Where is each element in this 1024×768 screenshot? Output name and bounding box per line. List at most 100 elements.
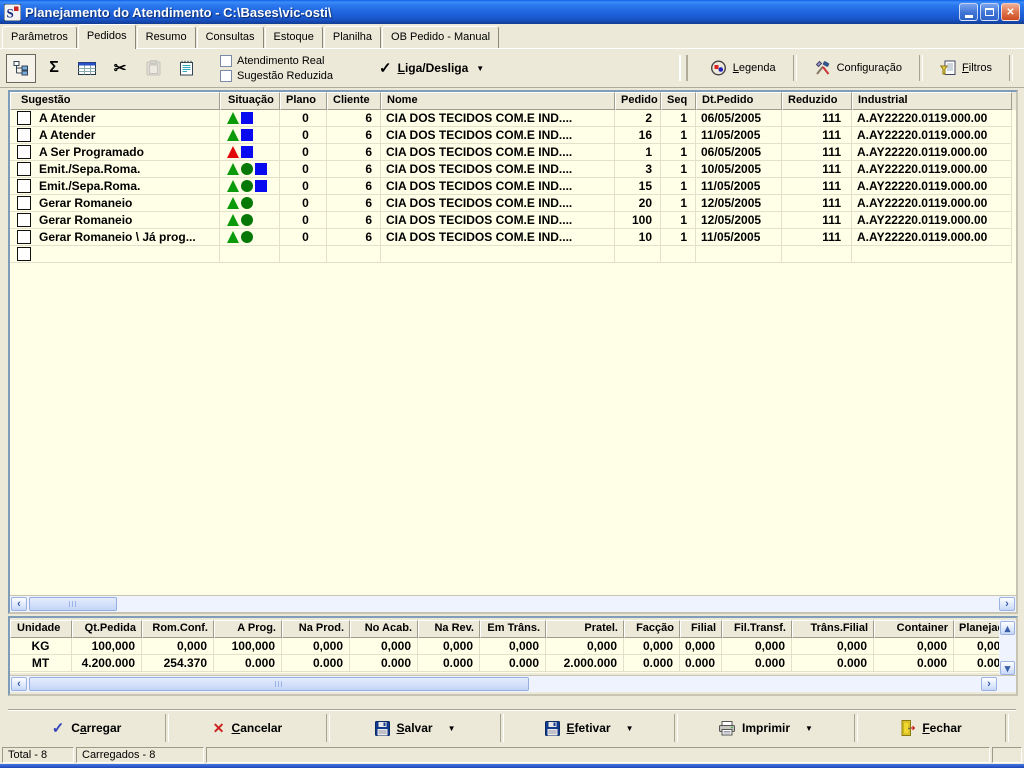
col-header-dt-pedido[interactable]: Dt.Pedido xyxy=(696,92,782,110)
tab-planilha[interactable]: Planilha xyxy=(324,26,381,48)
totals-grid-header: UnidadeQt.PedidaRom.Conf.A Prog.Na Prod.… xyxy=(10,620,999,638)
imprimir-button[interactable]: Imprimir▼ xyxy=(678,711,854,745)
title-bar[interactable]: S Planejamento do Atendimento - C:\Bases… xyxy=(0,0,1024,24)
scroll-right-icon[interactable]: › xyxy=(999,597,1015,611)
triangle-green-icon xyxy=(227,163,239,175)
tree-view-icon[interactable] xyxy=(6,54,36,83)
row-checkbox[interactable] xyxy=(17,196,31,210)
col-header-situa-o[interactable]: Situação xyxy=(220,92,280,110)
totals-col-header-filial[interactable]: Filial xyxy=(680,620,722,638)
order-row[interactable]: Gerar Romaneio \ Já prog...06CIA DOS TEC… xyxy=(10,229,1016,246)
cell-reduzido: 111 xyxy=(782,195,852,212)
totals-col-header-container[interactable]: Container xyxy=(874,620,954,638)
sugestao-reduzida-checkbox[interactable]: Sugestão Reduzida xyxy=(220,70,333,82)
filtros-button[interactable]: Filtros xyxy=(926,55,1006,82)
col-header-reduzido[interactable]: Reduzido xyxy=(782,92,852,110)
order-row[interactable]: Emit./Sepa.Roma.06CIA DOS TECIDOS COM.E … xyxy=(10,178,1016,195)
row-checkbox[interactable] xyxy=(17,111,31,125)
efetivar-button[interactable]: Efetivar▼ xyxy=(504,711,674,745)
scroll-thumb[interactable] xyxy=(29,677,529,691)
col-header-nome[interactable]: Nome xyxy=(381,92,615,110)
cut-icon[interactable]: ✂ xyxy=(105,54,135,83)
sugestao-text: A Atender xyxy=(39,128,95,142)
legenda-button[interactable]: Legenda xyxy=(696,55,790,82)
close-button[interactable]: ✕ xyxy=(1001,3,1020,21)
scroll-thumb[interactable] xyxy=(29,597,117,611)
scroll-right-icon[interactable]: › xyxy=(981,677,997,691)
order-row[interactable]: Gerar Romaneio06CIA DOS TECIDOS COM.E IN… xyxy=(10,195,1016,212)
table-icon[interactable] xyxy=(72,54,102,83)
orders-grid-hscrollbar[interactable]: ‹ › xyxy=(10,595,1016,612)
maximize-button[interactable] xyxy=(980,3,999,21)
checkbox-box[interactable] xyxy=(220,70,232,82)
sum-icon[interactable]: Σ xyxy=(39,54,69,83)
totals-col-header-fil-transf[interactable]: Fil.Transf. xyxy=(722,620,792,638)
totals-col-header-rom-conf[interactable]: Rom.Conf. xyxy=(142,620,214,638)
order-row[interactable]: A Atender06CIA DOS TECIDOS COM.E IND....… xyxy=(10,110,1016,127)
totals-col-header-na-rev[interactable]: Na Rev. xyxy=(418,620,480,638)
totals-col-header-unidade[interactable]: Unidade xyxy=(10,620,72,638)
totals-row[interactable]: KG100,0000,000100,0000,0000,0000,0000,00… xyxy=(10,638,999,655)
row-checkbox[interactable] xyxy=(17,162,31,176)
totals-col-header-a-prog[interactable]: A Prog. xyxy=(214,620,282,638)
fechar-button[interactable]: Fechar xyxy=(858,711,1005,745)
totals-grid-vscrollbar[interactable]: ▴ ▾ xyxy=(999,620,1016,676)
cell-sugestao: A Ser Programado xyxy=(10,144,220,161)
totals-col-header-pratel[interactable]: Pratel. xyxy=(546,620,624,638)
order-row[interactable]: Emit./Sepa.Roma.06CIA DOS TECIDOS COM.E … xyxy=(10,161,1016,178)
col-header-pedido[interactable]: Pedido xyxy=(615,92,661,110)
totals-col-header-qt-pedida[interactable]: Qt.Pedida xyxy=(72,620,142,638)
totals-col-header-planejado[interactable]: Planejado xyxy=(954,620,999,638)
col-header-industrial[interactable]: Industrial xyxy=(852,92,1012,110)
window-title: Planejamento do Atendimento - C:\Bases\v… xyxy=(25,5,959,20)
dropdown-arrow-icon[interactable]: ▼ xyxy=(448,724,456,733)
cell-cliente: 6 xyxy=(327,144,381,161)
order-row[interactable]: A Atender06CIA DOS TECIDOS COM.E IND....… xyxy=(10,127,1016,144)
order-row-empty[interactable] xyxy=(10,246,1016,263)
dropdown-arrow-icon[interactable]: ▼ xyxy=(626,724,634,733)
minimize-button[interactable] xyxy=(959,3,978,21)
liga-desliga-button[interactable]: ✓ Liga/Desliga ▼ xyxy=(379,59,484,77)
col-header-sugest-o[interactable]: Sugestão xyxy=(10,92,220,110)
totals-col-header-no-acab[interactable]: No Acab. xyxy=(350,620,418,638)
tab-resumo[interactable]: Resumo xyxy=(137,26,196,48)
tab-estoque[interactable]: Estoque xyxy=(265,26,323,48)
atendimento-real-checkbox[interactable]: Atendimento Real xyxy=(220,55,333,67)
row-checkbox[interactable] xyxy=(17,145,31,159)
notes-icon[interactable] xyxy=(171,54,201,83)
totals-col-header-fac-o[interactable]: Facção xyxy=(624,620,680,638)
carregar-button[interactable]: ✓Carregar xyxy=(8,711,165,745)
dropdown-arrow-icon[interactable]: ▼ xyxy=(805,724,813,733)
checkbox-box[interactable] xyxy=(220,55,232,67)
sugestao-reduzida-label: Sugestão Reduzida xyxy=(237,70,333,82)
scroll-left-icon[interactable]: ‹ xyxy=(11,597,27,611)
salvar-button[interactable]: Salvar▼ xyxy=(330,711,500,745)
totals-col-header-na-prod[interactable]: Na Prod. xyxy=(282,620,350,638)
totals-row[interactable]: MT4.200.000254.3700.0000.0000.0000.0000.… xyxy=(10,655,999,672)
tab-consultas[interactable]: Consultas xyxy=(197,26,264,48)
scroll-left-icon[interactable]: ‹ xyxy=(11,677,27,691)
scroll-down-icon[interactable]: ▾ xyxy=(1000,661,1015,675)
tab-par-metros[interactable]: Parâmetros xyxy=(2,26,77,48)
configuracao-button[interactable]: Configuração xyxy=(800,55,916,82)
row-checkbox[interactable] xyxy=(17,247,31,261)
cell-seq: 1 xyxy=(661,161,696,178)
col-header-plano[interactable]: Plano xyxy=(280,92,327,110)
tab-pedidos[interactable]: Pedidos xyxy=(78,24,136,49)
tab-ob-pedido-manual[interactable]: OB Pedido - Manual xyxy=(382,26,499,48)
totals-col-header-em-tr-ns[interactable]: Em Trâns. xyxy=(480,620,546,638)
row-checkbox[interactable] xyxy=(17,128,31,142)
col-header-seq[interactable]: Seq xyxy=(661,92,696,110)
order-row[interactable]: A Ser Programado06CIA DOS TECIDOS COM.E … xyxy=(10,144,1016,161)
totals-col-header-tr-ns-filial[interactable]: Trâns.Filial xyxy=(792,620,874,638)
totals-grid-hscrollbar[interactable]: ‹ › xyxy=(10,675,1016,692)
row-checkbox[interactable] xyxy=(17,179,31,193)
legenda-label: Legenda xyxy=(733,62,776,74)
row-checkbox[interactable] xyxy=(17,213,31,227)
sugestao-text: Gerar Romaneio xyxy=(39,196,132,210)
col-header-cliente[interactable]: Cliente xyxy=(327,92,381,110)
scroll-up-icon[interactable]: ▴ xyxy=(1000,621,1015,635)
cancelar-button[interactable]: ✕Cancelar xyxy=(169,711,326,745)
row-checkbox[interactable] xyxy=(17,230,31,244)
order-row[interactable]: Gerar Romaneio06CIA DOS TECIDOS COM.E IN… xyxy=(10,212,1016,229)
